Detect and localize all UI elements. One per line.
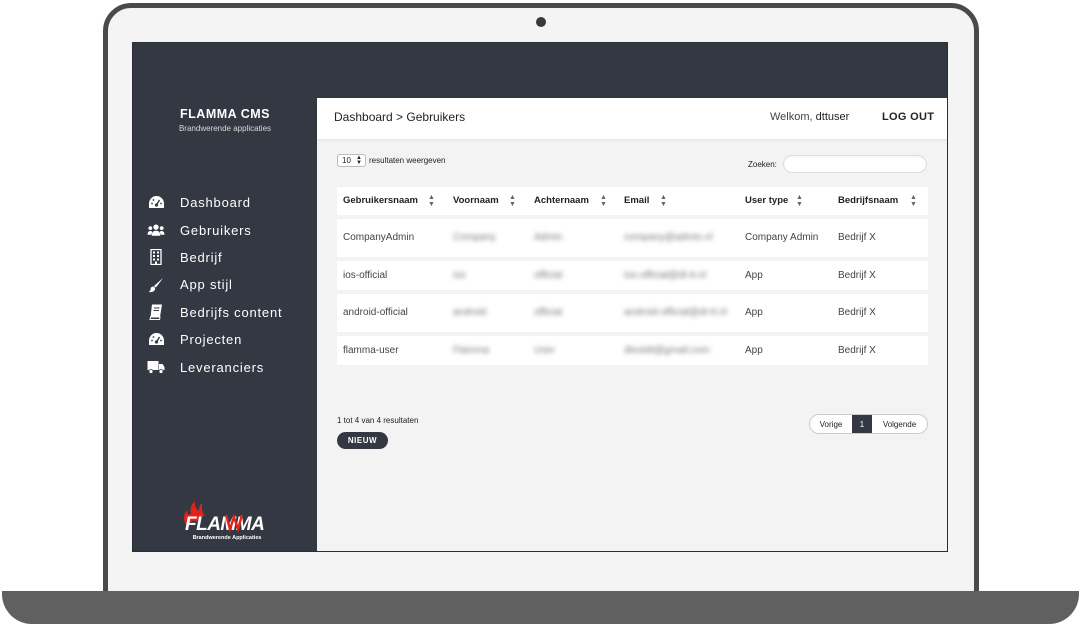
sidebar-item-label: Bedrijf xyxy=(180,249,223,265)
next-page-button[interactable]: Volgende xyxy=(872,415,927,433)
cell-lastname: official xyxy=(534,269,563,281)
column-header[interactable]: Voornaam xyxy=(453,194,529,208)
sidebar-item-dashboard[interactable]: Dashboard xyxy=(147,189,282,216)
laptop-base xyxy=(2,591,1079,624)
truck-icon xyxy=(147,358,165,376)
brush-icon xyxy=(147,276,165,294)
sort-icon[interactable]: ▲ ▼ xyxy=(509,194,516,208)
search-label: Zoeken: xyxy=(748,160,777,169)
camera-dot xyxy=(536,17,546,27)
welcome-prefix: Welkom, xyxy=(770,111,813,123)
cell-firstname: android xyxy=(453,307,487,318)
table-row[interactable]: ios-official ios official ios-official@d… xyxy=(337,261,928,290)
table-info: 1 tot 4 van 4 resultaten xyxy=(337,416,419,425)
cell-username: CompanyAdmin xyxy=(343,232,415,243)
prev-page-button[interactable]: Vorige xyxy=(810,415,852,433)
cell-email: dtestdt@gmail.com xyxy=(624,344,710,356)
breadcrumb: Dashboard > Gebruikers xyxy=(334,110,466,124)
cell-username: android-official xyxy=(343,307,408,318)
dashboard-icon xyxy=(147,331,165,349)
cell-company: Bedrijf X xyxy=(838,344,876,356)
cell-username: flamma-user xyxy=(343,344,399,356)
sort-icon[interactable]: ▲ ▼ xyxy=(796,194,803,208)
sort-icon[interactable]: ▲ ▼ xyxy=(910,194,917,208)
sidebar-item-projecten[interactable]: Projecten xyxy=(147,326,282,353)
cell-email: company@admin.nl xyxy=(624,232,713,243)
cell-firstname: ios xyxy=(453,269,466,281)
flamma-logo: FLAMMA Brandwerende Applicaties xyxy=(179,498,275,544)
logout-button[interactable]: LOG OUT xyxy=(882,111,934,123)
current-page-button[interactable]: 1 xyxy=(852,415,872,433)
cell-company: Bedrijf X xyxy=(838,232,876,243)
brand-subtitle: Brandwerende applicaties xyxy=(178,124,272,133)
select-arrows-icon: ▲ ▼ xyxy=(356,155,362,166)
table-row[interactable]: flamma-user Flamma User dtestdt@gmail.co… xyxy=(337,336,928,365)
book-icon xyxy=(147,303,165,321)
new-user-button[interactable]: NIEUW xyxy=(337,432,388,449)
page-length-select[interactable]: 10 ▲ ▼ xyxy=(337,154,366,167)
logo-subtitle: Brandwerende Applicaties xyxy=(192,535,262,541)
search-input[interactable] xyxy=(783,155,927,173)
table-row[interactable]: CompanyAdmin Company Admin company@admin… xyxy=(337,219,928,257)
cell-company: Bedrijf X xyxy=(838,307,876,318)
sidebar-item-app-stijl[interactable]: App stijl xyxy=(147,271,282,298)
sidebar-item-label: Leveranciers xyxy=(180,359,265,375)
sidebar-item-label: Dashboard xyxy=(180,195,251,211)
welcome-text: Welkom, dttuser xyxy=(770,111,849,123)
sidebar-item-leveranciers[interactable]: Leveranciers xyxy=(147,353,282,380)
pagination: Vorige 1 Volgende xyxy=(809,414,928,434)
cell-username: ios-official xyxy=(343,269,388,281)
top-bar: Dashboard > Gebruikers Welkom, dttuser L… xyxy=(317,98,947,139)
cell-company: Bedrijf X xyxy=(838,269,876,281)
main-content: Dashboard > Gebruikers Welkom, dttuser L… xyxy=(317,98,947,551)
sidebar-item-gebruikers[interactable]: Gebruikers xyxy=(147,216,282,243)
page-length-value: 10 xyxy=(342,156,351,165)
users-table: Gebruikersnaam ▲ ▼ Voornaam ▲ ▼ Achternaam… xyxy=(337,187,928,369)
dashboard-icon xyxy=(147,194,165,212)
table-header-row: Gebruikersnaam ▲ ▼ Voornaam ▲ ▼ Achternaam… xyxy=(337,187,928,215)
cell-firstname: Company xyxy=(453,232,496,243)
sidebar: FLAMMA CMS Brandwerende applicaties Dash… xyxy=(133,43,317,551)
username: dttuser xyxy=(815,111,850,123)
cell-lastname: User xyxy=(534,344,556,356)
logo-text: FLAMMA xyxy=(185,514,264,535)
screen: FLAMMA CMS Brandwerende applicaties Dash… xyxy=(132,42,948,552)
sidebar-item-label: App stijl xyxy=(180,277,233,293)
sort-icon[interactable]: ▲ ▼ xyxy=(428,194,435,208)
column-header[interactable]: Email xyxy=(624,194,740,208)
brand-title: FLAMMA CMS xyxy=(180,107,270,121)
building-icon xyxy=(147,248,165,266)
page-length-label: resultaten weergeven xyxy=(369,156,446,165)
sort-icon[interactable]: ▲ ▼ xyxy=(600,194,607,208)
cell-user-type: App xyxy=(745,344,763,356)
column-header[interactable]: User type xyxy=(745,194,831,208)
users-icon xyxy=(147,221,165,239)
cell-email: ios-official@dt-tt.nl xyxy=(624,269,707,281)
cell-user-type: App xyxy=(745,269,763,281)
sidebar-item-bedrijf[interactable]: Bedrijf xyxy=(147,244,282,271)
cell-email: android-official@dt-tt.nl xyxy=(624,307,727,318)
cell-lastname: Admin xyxy=(534,232,563,243)
cell-firstname: Flamma xyxy=(453,344,490,356)
cell-user-type: App xyxy=(745,307,763,318)
table-row[interactable]: android-official android official androi… xyxy=(337,294,928,332)
sidebar-nav: Dashboard Gebruikers Bedrijf App stijl B… xyxy=(147,189,282,381)
sidebar-item-label: Bedrijfs content xyxy=(180,304,283,320)
cell-user-type: Company Admin xyxy=(745,232,819,243)
cell-lastname: official xyxy=(534,307,563,318)
sidebar-item-label: Gebruikers xyxy=(180,222,252,238)
sort-icon[interactable]: ▲ ▼ xyxy=(660,194,667,208)
sidebar-item-label: Projecten xyxy=(180,332,243,348)
sidebar-item-bedrijfs-content[interactable]: Bedrijfs content xyxy=(147,299,282,326)
